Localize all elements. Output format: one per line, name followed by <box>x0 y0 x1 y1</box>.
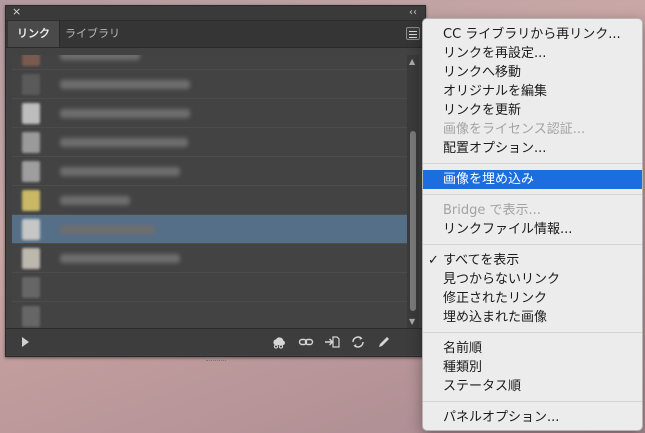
link-name-blurred <box>60 80 190 89</box>
menu-item-label: オリジナルを編集 <box>443 84 548 99</box>
panel-menu-icon[interactable] <box>406 27 420 40</box>
menu-item[interactable]: ✓ すべてを表示 <box>423 251 642 270</box>
resize-grip[interactable] <box>206 357 226 361</box>
tab-libraries[interactable]: ライブラリ <box>56 21 129 47</box>
menu-item[interactable]: 埋め込まれた画像 <box>423 308 642 327</box>
menu-item[interactable]: 画像を埋め込み <box>423 170 642 189</box>
panel-title-bar[interactable]: × ‹‹ <box>6 5 425 21</box>
menu-item[interactable]: CC ライブラリから再リンク... <box>423 25 642 44</box>
thumbnail <box>22 248 40 269</box>
vertical-scrollbar[interactable]: ▲ ▼ <box>407 55 419 328</box>
menu-item[interactable]: ステータス順 <box>423 377 642 396</box>
menu-item[interactable]: リンクを更新 <box>423 101 642 120</box>
cc-library-relink-icon[interactable] <box>271 335 287 349</box>
menu-item[interactable]: 修正されたリンク <box>423 289 642 308</box>
scroll-thumb[interactable] <box>410 131 416 311</box>
menu-item: 画像をライセンス認証... <box>423 120 642 139</box>
panel-bottom-bar <box>6 328 425 361</box>
thumbnail <box>22 277 40 298</box>
menu-item: Bridge で表示... <box>423 201 642 220</box>
link-name-blurred <box>60 109 190 118</box>
edit-original-icon[interactable] <box>376 335 392 349</box>
thumbnail <box>22 190 40 211</box>
thumbnail <box>22 161 40 182</box>
menu-item-label: 種類別 <box>443 360 483 375</box>
thumbnail <box>22 55 40 66</box>
list-item[interactable] <box>12 70 407 99</box>
thumbnail <box>22 103 40 124</box>
menu-item-label: 名前順 <box>443 341 483 356</box>
menu-item-label: 見つからないリンク <box>443 272 561 287</box>
panel-tabs: リンク ライブラリ <box>6 21 425 48</box>
menu-item[interactable]: リンクへ移動 <box>423 63 642 82</box>
menu-item[interactable]: 種類別 <box>423 358 642 377</box>
menu-item[interactable]: リンクを再設定... <box>423 44 642 63</box>
menu-item-label: パネルオプション... <box>443 410 560 425</box>
links-panel: × ‹‹ リンク ライブラリ ▲ ▼ <box>5 5 426 361</box>
thumbnail <box>22 306 40 327</box>
relink-icon[interactable] <box>298 335 314 349</box>
checkmark-icon: ✓ <box>428 253 439 268</box>
menu-item-label: リンクへ移動 <box>443 65 522 80</box>
menu-item[interactable]: 名前順 <box>423 339 642 358</box>
menu-item[interactable]: 配置オプション... <box>423 139 642 158</box>
menu-item[interactable]: 見つからないリンク <box>423 270 642 289</box>
menu-item[interactable]: パネルオプション... <box>423 408 642 427</box>
go-to-link-icon[interactable] <box>324 335 340 349</box>
thumbnail <box>22 132 40 153</box>
collapse-icon[interactable]: ‹‹ <box>409 6 417 20</box>
menu-item-label: 画像を埋め込み <box>443 172 535 187</box>
thumbnail <box>22 219 40 240</box>
menu-item-label: すべてを表示 <box>443 253 520 268</box>
list-item[interactable] <box>12 157 407 186</box>
link-name-blurred <box>60 254 180 263</box>
links-list <box>12 55 407 328</box>
menu-item-label: CC ライブラリから再リンク... <box>443 27 621 42</box>
menu-item[interactable]: オリジナルを編集 <box>423 82 642 101</box>
menu-item-label: リンクファイル情報... <box>443 222 573 237</box>
link-name-blurred <box>60 167 180 176</box>
menu-item-label: 埋め込まれた画像 <box>443 310 548 325</box>
menu-item-label: Bridge で表示... <box>443 203 541 218</box>
link-name-blurred <box>60 138 188 147</box>
menu-separator <box>423 163 642 164</box>
link-name-blurred <box>60 225 155 234</box>
menu-separator <box>423 332 642 333</box>
list-item[interactable] <box>12 215 407 244</box>
tab-links[interactable]: リンク <box>8 21 60 47</box>
list-item[interactable] <box>12 55 407 70</box>
close-icon[interactable]: × <box>12 5 21 19</box>
list-item[interactable] <box>12 186 407 215</box>
menu-separator <box>423 401 642 402</box>
thumbnail <box>22 74 40 95</box>
link-name-blurred <box>60 196 130 205</box>
menu-item[interactable]: リンクファイル情報... <box>423 220 642 239</box>
list-item[interactable] <box>12 273 407 302</box>
menu-item-label: ステータス順 <box>443 379 522 394</box>
menu-item-label: 画像をライセンス認証... <box>443 122 586 137</box>
scroll-down-icon[interactable]: ▼ <box>409 317 415 326</box>
show-link-info-icon[interactable] <box>22 337 29 347</box>
list-item[interactable] <box>12 244 407 273</box>
menu-item-label: リンクを再設定... <box>443 46 547 61</box>
link-name-blurred <box>60 55 140 60</box>
menu-separator <box>423 194 642 195</box>
list-item[interactable] <box>12 128 407 157</box>
menu-item-label: 修正されたリンク <box>443 291 548 306</box>
menu-item-label: 配置オプション... <box>443 141 547 156</box>
list-item[interactable] <box>12 99 407 128</box>
list-item[interactable] <box>12 302 407 328</box>
menu-item-label: リンクを更新 <box>443 103 522 118</box>
menu-separator <box>423 244 642 245</box>
update-link-icon[interactable] <box>350 335 366 349</box>
scroll-up-icon[interactable]: ▲ <box>409 57 415 66</box>
links-panel-flyout-menu: CC ライブラリから再リンク... リンクを再設定... リンクへ移動オリジナルを編… <box>422 18 643 431</box>
